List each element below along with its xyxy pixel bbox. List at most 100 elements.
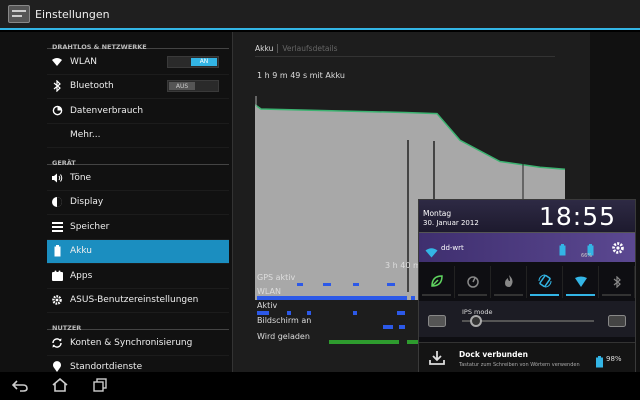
performance-icon [466, 273, 480, 292]
sidebar-item-label: Speicher [70, 221, 110, 232]
sidebar-item-display[interactable]: Display [47, 191, 229, 215]
active-bar [257, 311, 445, 315]
sidebar-item-label: Mehr... [70, 130, 101, 141]
settings-app-icon[interactable] [8, 5, 30, 23]
wifi-icon [574, 273, 588, 292]
eco-mode-icon [430, 273, 444, 292]
toggle-indicator [458, 294, 487, 296]
section-header-user: NUTZER [47, 313, 229, 332]
navigation-bar [0, 372, 640, 400]
battery-icon [559, 241, 566, 260]
ips-mode-row: IPS mode [419, 301, 635, 337]
sidebar-item-battery[interactable]: Akku [47, 239, 229, 264]
data-usage-icon [51, 105, 63, 117]
battery-icon [51, 245, 63, 257]
bluetooth-toggle[interactable]: AUS [167, 80, 219, 93]
gear-icon [51, 294, 63, 306]
bluetooth-icon [613, 273, 621, 292]
bar-segment [397, 311, 405, 315]
bar-segment [387, 283, 395, 286]
toggle-state: AN [191, 57, 217, 66]
power-saving-toggle[interactable] [491, 266, 527, 298]
section-header-wireless: DRAHTLOS & NETZWERKE [47, 32, 229, 51]
gear-icon[interactable] [611, 240, 625, 259]
bar-segment [257, 296, 407, 300]
sidebar-item-sounds[interactable]: Töne [47, 166, 229, 191]
bar-segment [411, 296, 415, 300]
bar-segment [399, 325, 405, 329]
wifi-status-row[interactable]: dd-wrt 66% [419, 232, 635, 262]
performance-toggle[interactable] [455, 266, 491, 298]
back-icon [11, 377, 28, 396]
sidebar-item-label: Standortdienste [70, 362, 143, 372]
tab-battery[interactable]: Akku [255, 44, 279, 53]
bar-segment [323, 283, 331, 286]
sidebar-item-accounts-sync[interactable]: Konten & Synchronisierung [47, 331, 229, 356]
back-button[interactable] [11, 377, 28, 396]
legend-screen-on: Bildschirm an [257, 316, 312, 325]
auto-display-icon[interactable] [608, 312, 626, 331]
home-button[interactable] [52, 377, 68, 396]
auto-rotate-toggle[interactable] [527, 266, 563, 298]
home-icon [52, 377, 68, 396]
sync-icon [51, 337, 63, 349]
sidebar-item-label: Display [70, 197, 104, 208]
notification-header: Montag 30. Januar 2012 18:55 [419, 200, 635, 232]
brightness-icon [51, 196, 63, 208]
dock-download-icon [428, 349, 446, 371]
volume-icon [51, 172, 63, 184]
recent-apps-icon [93, 377, 107, 396]
sidebar-item-more[interactable]: Mehr... [47, 124, 229, 148]
dock-title: Dock verbunden [459, 350, 528, 359]
tab-history-details[interactable]: Verlaufsdetails [278, 44, 337, 53]
sidebar-item-label: WLAN [70, 56, 98, 67]
auto-rotate-icon [538, 273, 552, 292]
sidebar-item-wlan[interactable]: WLAN AN [47, 50, 229, 75]
app-title: Einstellungen [35, 7, 110, 21]
sidebar-item-label: Datenverbrauch [70, 105, 144, 116]
sidebar-item-label: Apps [70, 270, 93, 281]
sidebar-item-storage[interactable]: Speicher [47, 215, 229, 240]
eco-mode-toggle[interactable] [419, 266, 455, 298]
sidebar-item-apps[interactable]: Apps [47, 264, 229, 289]
bluetooth-icon [51, 80, 63, 93]
sidebar-item-label: Konten & Synchronisierung [70, 337, 193, 348]
weekday-label: Montag [423, 209, 452, 218]
sidebar-item-label: ASUS-Benutzereinstellungen [70, 295, 199, 306]
bar-segment [383, 325, 393, 329]
apps-icon [51, 270, 63, 282]
legend-wlan: WLAN [257, 287, 282, 296]
action-bar: Einstellungen [0, 0, 640, 30]
sidebar-item-location[interactable]: Standortdienste [47, 356, 229, 372]
toggle-indicator [566, 294, 595, 296]
wifi-toggle[interactable] [563, 266, 599, 298]
bar-segment [287, 311, 291, 315]
wifi-ssid: dd-wrt [441, 244, 464, 252]
dock-subtitle: Tastatur zum Schreiben von Wörtern verwe… [459, 362, 580, 368]
sidebar-item-bluetooth[interactable]: Bluetooth AUS [47, 75, 229, 99]
bar-segment [257, 311, 269, 315]
sidebar-item-asus-settings[interactable]: ASUS-Benutzereinstellungen [47, 289, 229, 313]
notification-panel: Montag 30. Januar 2012 18:55 dd-wrt 66% [418, 199, 636, 375]
section-header-device: GERÄT [47, 148, 229, 167]
screen-on-bar [257, 325, 445, 329]
wlan-toggle[interactable]: AN [167, 55, 219, 68]
legend-gps: GPS aktiv [257, 273, 296, 282]
battery-tabs: Akku Verlaufsdetails [255, 44, 338, 53]
sidebar-item-data-usage[interactable]: Datenverbrauch [47, 99, 229, 124]
sidebar-item-label: Bluetooth [70, 81, 114, 92]
bar-segment [353, 283, 359, 286]
bar-segment [329, 340, 399, 344]
dock-battery-pct: 98% [606, 355, 622, 363]
sidebar-item-label: Töne [70, 172, 92, 183]
dock-notification[interactable]: Dock verbunden Tastatur zum Schreiben vo… [419, 342, 635, 374]
settings-list: DRAHTLOS & NETZWERKE WLAN AN Bluetooth A… [47, 32, 229, 372]
bar-segment [353, 311, 357, 315]
toggle-indicator [422, 294, 451, 296]
bluetooth-toggle[interactable] [599, 266, 635, 298]
toggle-state: AUS [169, 82, 195, 91]
graph-time-label: 3 h 40 m [385, 261, 421, 270]
legend-active: Aktiv [257, 301, 278, 310]
ips-slider-knob[interactable] [470, 315, 482, 327]
recent-apps-button[interactable] [92, 377, 108, 396]
